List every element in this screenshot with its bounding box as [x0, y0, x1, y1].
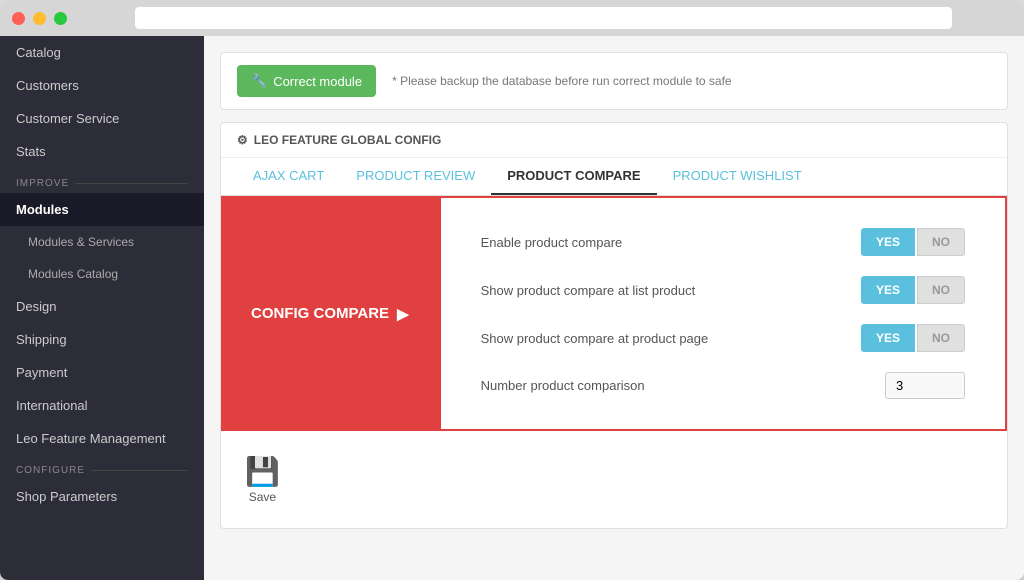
tab-product-wishlist[interactable]: PRODUCT WISHLIST: [657, 158, 818, 195]
tabs-row: AJAX CART PRODUCT REVIEW PRODUCT COMPARE…: [221, 158, 1007, 196]
show-page-label: Show product compare at product page: [481, 331, 709, 346]
bottom-section: 💾 Save: [221, 431, 1007, 528]
sidebar-item-modules[interactable]: Modules: [0, 193, 204, 226]
form-row-enable-compare: Enable product compare YES NO: [461, 218, 985, 266]
show-page-yes[interactable]: YES: [861, 324, 915, 352]
save-icon: 💾: [245, 455, 280, 488]
number-comparison-input[interactable]: [885, 372, 965, 399]
sidebar-item-stats[interactable]: Stats: [0, 135, 204, 168]
sidebar-item-modules-catalog[interactable]: Modules Catalog: [0, 258, 204, 290]
config-compare-arrow: ▶: [397, 305, 409, 323]
show-page-no[interactable]: NO: [917, 324, 965, 352]
tab-product-review[interactable]: PRODUCT REVIEW: [340, 158, 491, 195]
address-bar[interactable]: [135, 7, 952, 29]
show-list-no[interactable]: NO: [917, 276, 965, 304]
config-form: Enable product compare YES NO Show produ…: [439, 196, 1007, 431]
config-compare-label: CONFIG COMPARE: [251, 305, 389, 322]
sidebar-item-catalog[interactable]: Catalog: [0, 36, 204, 69]
form-row-show-page: Show product compare at product page YES…: [461, 314, 985, 362]
tab-ajax-cart[interactable]: AJAX CART: [237, 158, 340, 195]
form-row-number-comparison: Number product comparison: [461, 362, 985, 409]
enable-compare-label: Enable product compare: [481, 235, 623, 250]
show-list-yes[interactable]: YES: [861, 276, 915, 304]
sidebar-item-shipping[interactable]: Shipping: [0, 323, 204, 356]
number-comparison-label: Number product comparison: [481, 378, 645, 393]
enable-compare-no[interactable]: NO: [917, 228, 965, 256]
sidebar-item-shop-parameters[interactable]: Shop Parameters: [0, 480, 204, 513]
show-page-toggle: YES NO: [861, 324, 965, 352]
config-body: CONFIG COMPARE ▶ Enable product compare …: [221, 196, 1007, 431]
close-button[interactable]: [12, 12, 25, 25]
show-list-toggle: YES NO: [861, 276, 965, 304]
config-compare-button[interactable]: CONFIG COMPARE ▶: [221, 196, 439, 431]
sidebar-item-leo-feature[interactable]: Leo Feature Management: [0, 422, 204, 455]
minimize-button[interactable]: [33, 12, 46, 25]
enable-compare-yes[interactable]: YES: [861, 228, 915, 256]
sidebar-section-improve: IMPROVE: [0, 168, 204, 193]
sidebar-item-customer-service[interactable]: Customer Service: [0, 102, 204, 135]
sidebar-item-customers[interactable]: Customers: [0, 69, 204, 102]
main-layout: Catalog Customers Customer Service Stats…: [0, 36, 1024, 580]
config-section-title: LEO FEATURE GLOBAL CONFIG: [254, 133, 442, 147]
config-section: ⚙ LEO FEATURE GLOBAL CONFIG AJAX CART PR…: [220, 122, 1008, 529]
save-label: Save: [249, 490, 276, 504]
enable-compare-toggle: YES NO: [861, 228, 965, 256]
top-bar: 🔧 Correct module * Please backup the dat…: [220, 52, 1008, 110]
gear-icon: ⚙: [237, 133, 248, 147]
backup-note: * Please backup the database before run …: [392, 74, 732, 88]
sidebar: Catalog Customers Customer Service Stats…: [0, 36, 204, 580]
show-list-label: Show product compare at list product: [481, 283, 696, 298]
wrench-icon: 🔧: [251, 73, 267, 89]
save-container[interactable]: 💾 Save: [237, 447, 288, 512]
sidebar-item-international[interactable]: International: [0, 389, 204, 422]
titlebar: [0, 0, 1024, 36]
app-window: Catalog Customers Customer Service Stats…: [0, 0, 1024, 580]
sidebar-item-design[interactable]: Design: [0, 290, 204, 323]
maximize-button[interactable]: [54, 12, 67, 25]
content-area: 🔧 Correct module * Please backup the dat…: [204, 36, 1024, 580]
tab-product-compare[interactable]: PRODUCT COMPARE: [491, 158, 656, 195]
sidebar-item-payment[interactable]: Payment: [0, 356, 204, 389]
correct-btn-label: Correct module: [273, 74, 362, 89]
sidebar-section-configure: CONFIGURE: [0, 455, 204, 480]
config-section-header: ⚙ LEO FEATURE GLOBAL CONFIG: [221, 123, 1007, 158]
sidebar-item-modules-services[interactable]: Modules & Services: [0, 226, 204, 258]
correct-module-button[interactable]: 🔧 Correct module: [237, 65, 376, 97]
form-row-show-list: Show product compare at list product YES…: [461, 266, 985, 314]
